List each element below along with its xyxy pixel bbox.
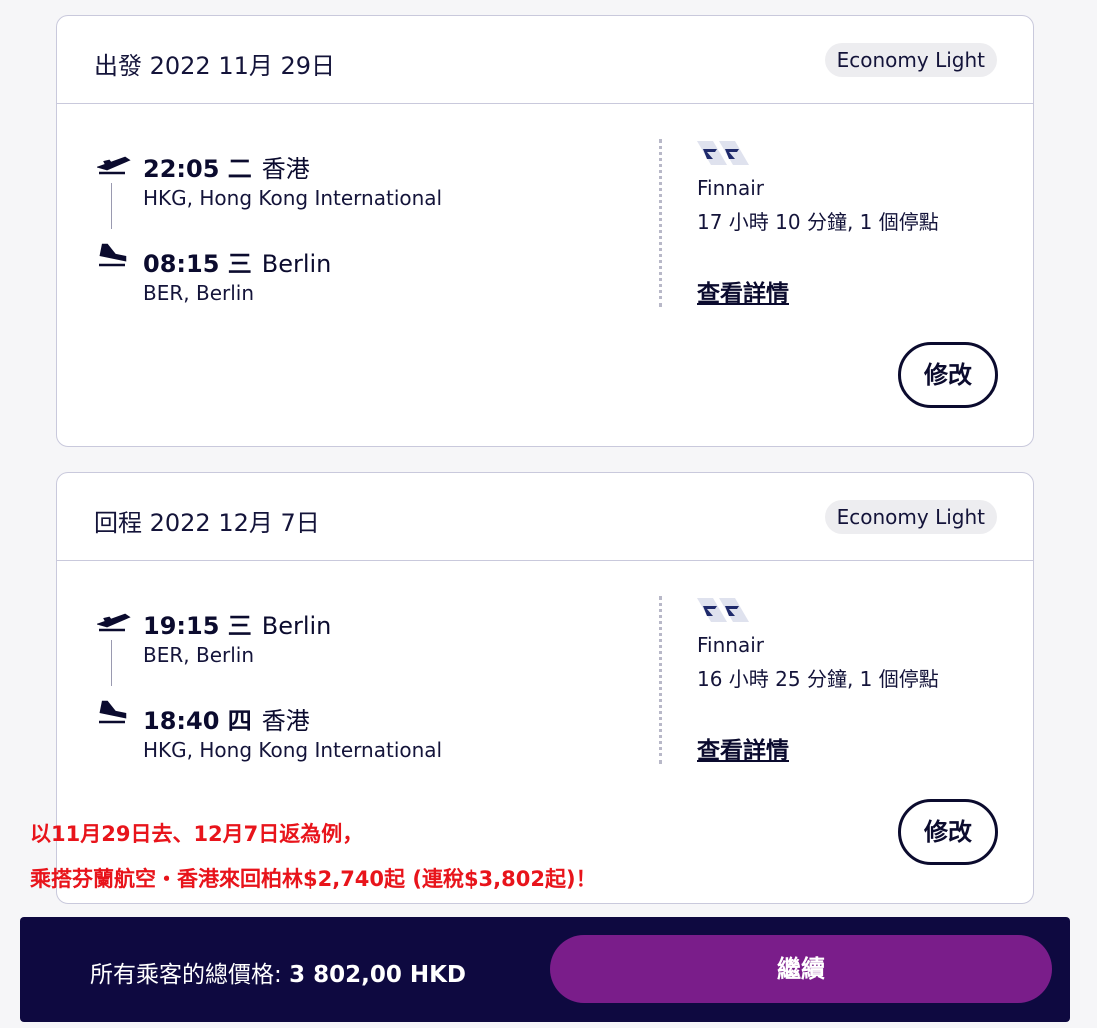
arrival-time: 18:40 四: [143, 707, 252, 735]
departure-airport: HKG, Hong Kong International: [143, 186, 443, 210]
modify-button[interactable]: 修改: [898, 342, 998, 408]
view-details-link[interactable]: 查看詳情: [697, 274, 789, 308]
route-connector: [111, 640, 112, 686]
arrival-city: Berlin: [261, 250, 332, 278]
return-title: 回程 2022 12月 7日: [94, 509, 320, 537]
divider: [659, 596, 662, 764]
fare-badge: Economy Light: [824, 43, 997, 77]
divider: [659, 139, 662, 307]
arrival-time-row: 18:40 四香港: [143, 701, 310, 736]
departure-time: 19:15 三: [143, 612, 252, 640]
departure-city: 香港: [261, 155, 310, 183]
arrival-time: 08:15 三: [143, 250, 252, 278]
outbound-flight-card: 出發 2022 11月 29日 Economy Light 22:05 二香港 …: [56, 15, 1034, 447]
total-price-label: 所有乘客的總價格:: [90, 962, 282, 988]
finnair-logo: [697, 141, 749, 165]
departure-time-row: 22:05 二香港: [143, 149, 310, 184]
card-header: 回程 2022 12月 7日 Economy Light: [57, 473, 1033, 561]
arrival-time-row: 08:15 三 Berlin: [143, 244, 331, 279]
plane-landing-icon: [99, 700, 127, 724]
departure-city: Berlin: [261, 612, 332, 640]
promo-line-1: 以11月29日去、12月7日返為例，: [30, 822, 364, 846]
total-price-amount: 3 802,00 HKD: [289, 962, 466, 988]
card-header: 出發 2022 11月 29日 Economy Light: [57, 16, 1033, 104]
price-footer: 所有乘客的總價格: 3 802,00 HKD 繼續: [20, 917, 1070, 1022]
departure-time-row: 19:15 三 Berlin: [143, 606, 331, 641]
fare-badge: Economy Light: [824, 500, 997, 534]
arrival-airport: HKG, Hong Kong International: [143, 738, 443, 762]
plane-takeoff-icon: [97, 156, 131, 175]
arrival-airport: BER, Berlin: [143, 281, 255, 305]
plane-landing-icon: [99, 243, 127, 267]
airline-name: Finnair: [697, 176, 764, 200]
plane-takeoff-icon: [97, 613, 131, 632]
modify-button[interactable]: 修改: [898, 799, 998, 865]
outbound-title: 出發 2022 11月 29日: [94, 52, 336, 80]
flight-duration: 16 小時 25 分鐘, 1 個停點: [697, 667, 939, 691]
route-connector: [111, 183, 112, 229]
total-price: 所有乘客的總價格: 3 802,00 HKD: [90, 955, 466, 989]
flight-duration: 17 小時 10 分鐘, 1 個停點: [697, 210, 939, 234]
airline-name: Finnair: [697, 633, 764, 657]
continue-button[interactable]: 繼續: [550, 935, 1052, 1003]
departure-airport: BER, Berlin: [143, 643, 255, 667]
departure-time: 22:05 二: [143, 155, 252, 183]
promo-line-2: 乘搭芬蘭航空・香港來回柏林$2,740起 (連稅$3,802起)！: [30, 867, 597, 891]
finnair-logo: [697, 598, 749, 622]
arrival-city: 香港: [261, 707, 310, 735]
view-details-link[interactable]: 查看詳情: [697, 731, 789, 765]
